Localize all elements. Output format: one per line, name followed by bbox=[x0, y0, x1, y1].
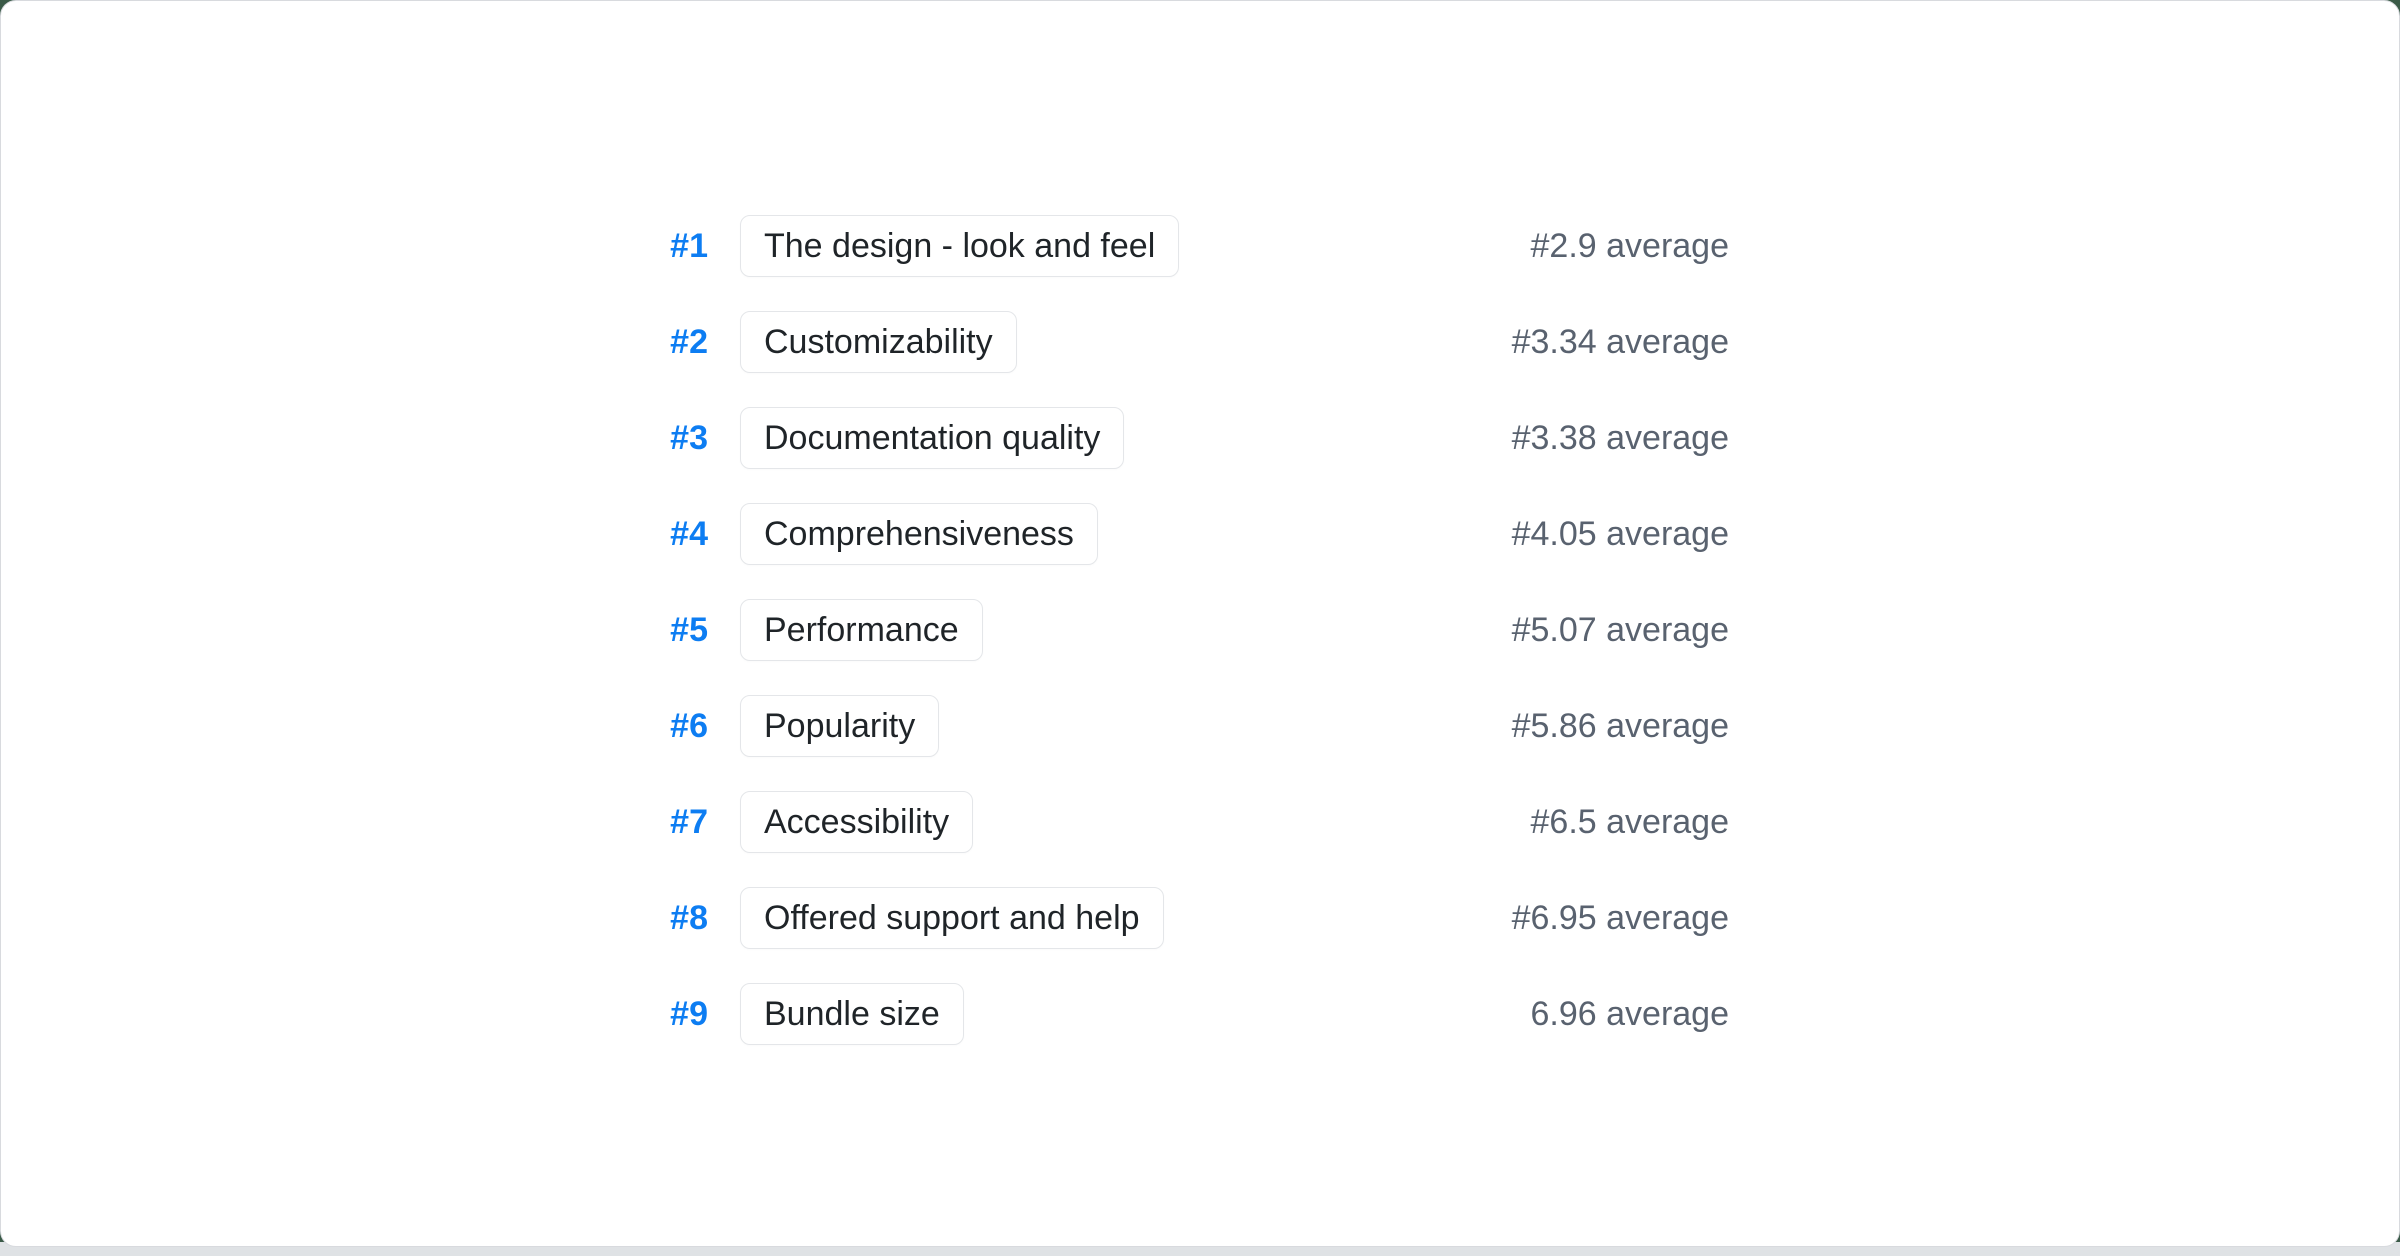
ranking-row: #9 Bundle size 6.96 average bbox=[636, 983, 1729, 1045]
ranking-row: #6 Popularity #5.86 average bbox=[636, 695, 1729, 757]
option-card[interactable]: Customizability bbox=[740, 311, 1017, 373]
ranking-list: #1 The design - look and feel #2.9 avera… bbox=[1, 215, 2399, 1079]
rank-badge: #3 bbox=[636, 419, 708, 458]
rank-badge: #9 bbox=[636, 995, 708, 1034]
ranking-row: #1 The design - look and feel #2.9 avera… bbox=[636, 215, 1729, 277]
ranking-row: #7 Accessibility #6.5 average bbox=[636, 791, 1729, 853]
ranking-row: #2 Customizability #3.34 average bbox=[636, 311, 1729, 373]
rank-badge: #8 bbox=[636, 899, 708, 938]
average-value: #6.95 average bbox=[1512, 899, 1729, 938]
ranking-row: #5 Performance #5.07 average bbox=[636, 599, 1729, 661]
rank-badge: #5 bbox=[636, 611, 708, 650]
ranking-row: #8 Offered support and help #6.95 averag… bbox=[636, 887, 1729, 949]
survey-card: #1 The design - look and feel #2.9 avera… bbox=[0, 0, 2400, 1247]
rank-badge: #7 bbox=[636, 803, 708, 842]
ranking-row: #3 Documentation quality #3.38 average bbox=[636, 407, 1729, 469]
rank-badge: #2 bbox=[636, 323, 708, 362]
option-card[interactable]: Popularity bbox=[740, 695, 939, 757]
ranking-row: #4 Comprehensiveness #4.05 average bbox=[636, 503, 1729, 565]
average-value: #2.9 average bbox=[1531, 227, 1730, 266]
average-value: #5.07 average bbox=[1512, 611, 1729, 650]
option-card[interactable]: Performance bbox=[740, 599, 983, 661]
option-card[interactable]: Offered support and help bbox=[740, 887, 1164, 949]
rank-badge: #1 bbox=[636, 227, 708, 266]
option-card[interactable]: Bundle size bbox=[740, 983, 964, 1045]
average-value: 6.96 average bbox=[1531, 995, 1730, 1034]
average-value: #3.38 average bbox=[1512, 419, 1729, 458]
option-card[interactable]: The design - look and feel bbox=[740, 215, 1179, 277]
average-value: #4.05 average bbox=[1512, 515, 1729, 554]
rank-badge: #4 bbox=[636, 515, 708, 554]
rank-badge: #6 bbox=[636, 707, 708, 746]
average-value: #6.5 average bbox=[1531, 803, 1730, 842]
average-value: #3.34 average bbox=[1512, 323, 1729, 362]
option-card[interactable]: Comprehensiveness bbox=[740, 503, 1098, 565]
option-card[interactable]: Documentation quality bbox=[740, 407, 1124, 469]
average-value: #5.86 average bbox=[1512, 707, 1729, 746]
option-card[interactable]: Accessibility bbox=[740, 791, 973, 853]
